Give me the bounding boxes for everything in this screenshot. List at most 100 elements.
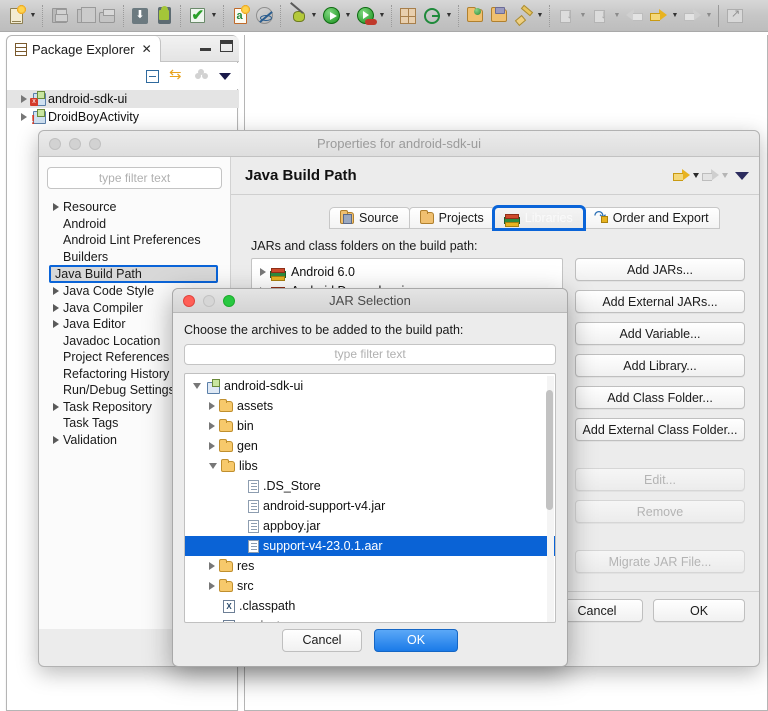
run-button[interactable] bbox=[319, 4, 343, 28]
jar-tree-item-gen[interactable]: gen bbox=[185, 436, 555, 456]
properties-item-resource[interactable]: Resource bbox=[47, 199, 222, 216]
jar-cancel-button[interactable]: Cancel bbox=[282, 628, 362, 652]
open-type-button[interactable] bbox=[463, 4, 487, 28]
jar-ok-button[interactable]: OK bbox=[374, 628, 458, 652]
debug-dropdown[interactable]: ▼ bbox=[309, 4, 319, 28]
jar-tree-item-res[interactable]: res bbox=[185, 556, 555, 576]
new-document-button[interactable] bbox=[4, 4, 28, 28]
jar-tree-item-src[interactable]: src bbox=[185, 576, 555, 596]
debug-button[interactable] bbox=[285, 4, 309, 28]
properties-ok-button[interactable]: OK bbox=[653, 599, 745, 622]
new-grid-button[interactable] bbox=[396, 4, 420, 28]
tab-source[interactable]: Source bbox=[329, 207, 410, 229]
tree-item-android-sdk-ui[interactable]: x android-sdk-ui bbox=[7, 90, 239, 108]
tab-projects[interactable]: Projects bbox=[408, 207, 495, 229]
jar-file-tree[interactable]: android-sdk-ui assets bin gen libs .DS_S… bbox=[184, 373, 556, 623]
jar-tree-item-appboy-jar[interactable]: appboy.jar bbox=[185, 516, 555, 536]
add-external-class-folder-button[interactable]: Add External Class Folder... bbox=[575, 418, 745, 441]
expand-triangle-icon[interactable] bbox=[53, 402, 59, 411]
collapse-triangle-icon[interactable] bbox=[193, 383, 201, 389]
tab-libraries[interactable]: Libraries bbox=[491, 205, 586, 231]
tab-order-and-export[interactable]: Order and Export bbox=[582, 207, 720, 229]
jar-tree-item-classpath[interactable]: X .classpath bbox=[185, 596, 555, 616]
save-button bbox=[47, 4, 71, 28]
jar-tree-item-assets[interactable]: assets bbox=[185, 396, 555, 416]
jar-selection-titlebar[interactable]: JAR Selection bbox=[173, 289, 567, 313]
file-icon bbox=[248, 499, 259, 513]
toolbar-separator bbox=[223, 4, 224, 27]
back-dropdown[interactable]: ▼ bbox=[670, 4, 680, 28]
git-dropdown[interactable]: ▼ bbox=[444, 4, 454, 28]
back-dropdown-icon[interactable] bbox=[693, 173, 699, 178]
link-with-editor-icon[interactable] bbox=[169, 65, 185, 83]
expand-triangle-icon[interactable] bbox=[209, 442, 215, 450]
add-library-button[interactable]: Add Library... bbox=[575, 354, 745, 377]
close-icon[interactable]: ✕ bbox=[142, 42, 152, 56]
scrollbar-thumb[interactable] bbox=[546, 390, 553, 510]
folder-icon bbox=[219, 558, 233, 572]
expand-triangle-icon[interactable] bbox=[53, 203, 59, 212]
git-button[interactable] bbox=[420, 4, 444, 28]
jars-row-android-60[interactable]: Android 6.0 bbox=[252, 262, 562, 281]
properties-filter-input[interactable]: type filter text bbox=[47, 167, 222, 189]
paintbrush-dropdown[interactable]: ▼ bbox=[535, 4, 545, 28]
expand-triangle-icon[interactable] bbox=[209, 562, 215, 570]
forward-dropdown: ▼ bbox=[705, 12, 713, 19]
new-android-activity-button[interactable] bbox=[228, 4, 252, 28]
properties-item-builders[interactable]: Builders bbox=[47, 249, 222, 266]
tab-package-explorer[interactable]: Package Explorer ✕ bbox=[7, 36, 161, 62]
properties-item-android[interactable]: Android bbox=[47, 216, 222, 233]
open-resource-button[interactable] bbox=[487, 4, 511, 28]
properties-item-label: Java Compiler bbox=[63, 300, 143, 315]
expand-triangle-icon[interactable] bbox=[53, 287, 59, 296]
jar-tree-item-android-support-v4-jar[interactable]: android-support-v4.jar bbox=[185, 496, 555, 516]
add-class-folder-button[interactable]: Add Class Folder... bbox=[575, 386, 745, 409]
properties-item-android-lint-preferences[interactable]: Android Lint Preferences bbox=[47, 232, 222, 249]
new-document-dropdown[interactable]: ▼ bbox=[28, 4, 38, 28]
expand-triangle-icon[interactable] bbox=[53, 320, 59, 329]
tree-scrollbar[interactable] bbox=[546, 376, 554, 622]
no-eye-button[interactable] bbox=[252, 4, 276, 28]
jar-tree-item-android-sdk-ui[interactable]: android-sdk-ui bbox=[185, 376, 555, 396]
expand-triangle-icon[interactable] bbox=[209, 422, 215, 430]
expand-triangle-icon[interactable] bbox=[53, 435, 59, 444]
expand-triangle-icon[interactable] bbox=[209, 402, 215, 410]
properties-item-java-build-path[interactable]: Java Build Path bbox=[49, 265, 218, 283]
collapse-all-icon[interactable] bbox=[146, 69, 159, 83]
back-arrow-icon[interactable] bbox=[673, 169, 690, 182]
jar-tree-item-ds-store[interactable]: .DS_Store bbox=[185, 476, 555, 496]
back-arrow-yellow-icon bbox=[650, 9, 667, 22]
add-external-jars-button[interactable]: Add External JARs... bbox=[575, 290, 745, 313]
run-external-tools-button[interactable] bbox=[353, 4, 377, 28]
back-yellow-button[interactable] bbox=[646, 4, 670, 28]
properties-item-label: Builders bbox=[63, 249, 109, 264]
jar-tree-item-label: assets bbox=[237, 399, 274, 413]
view-menu-icon[interactable] bbox=[735, 171, 749, 180]
checkmark-button[interactable] bbox=[185, 4, 209, 28]
minimize-icon[interactable] bbox=[200, 48, 211, 51]
checkmark-dropdown[interactable]: ▼ bbox=[209, 4, 219, 28]
jar-tree-item-bin[interactable]: bin bbox=[185, 416, 555, 436]
run-external-tools-dropdown[interactable]: ▼ bbox=[377, 4, 387, 28]
tree-item-droidboyactivity[interactable]: ! DroidBoyActivity bbox=[7, 108, 239, 126]
jar-tree-item-support-v4-23-0-1-aar[interactable]: support-v4-23.0.1.aar bbox=[185, 536, 555, 556]
save-all-button bbox=[71, 4, 96, 28]
jar-tree-item-libs[interactable]: libs bbox=[185, 456, 555, 476]
android-avd-manager-button[interactable] bbox=[152, 4, 176, 28]
expand-triangle-icon[interactable] bbox=[21, 95, 27, 103]
expand-triangle-icon[interactable] bbox=[209, 582, 215, 590]
save-all-icon bbox=[76, 6, 96, 23]
android-sdk-manager-button[interactable] bbox=[128, 4, 152, 28]
expand-triangle-icon[interactable] bbox=[21, 113, 27, 121]
add-variable-button[interactable]: Add Variable... bbox=[575, 322, 745, 345]
maximize-icon[interactable] bbox=[220, 40, 233, 52]
jar-filter-input[interactable]: type filter text bbox=[184, 344, 556, 365]
collapse-triangle-icon[interactable] bbox=[209, 463, 217, 469]
paintbrush-button[interactable] bbox=[511, 4, 535, 28]
properties-titlebar[interactable]: Properties for android-sdk-ui bbox=[39, 131, 759, 157]
run-dropdown[interactable]: ▼ bbox=[343, 4, 353, 28]
expand-triangle-icon[interactable] bbox=[53, 303, 59, 312]
expand-triangle-icon[interactable] bbox=[260, 267, 266, 276]
view-menu-icon[interactable] bbox=[219, 72, 231, 80]
add-jars-button[interactable]: Add JARs... bbox=[575, 258, 745, 281]
